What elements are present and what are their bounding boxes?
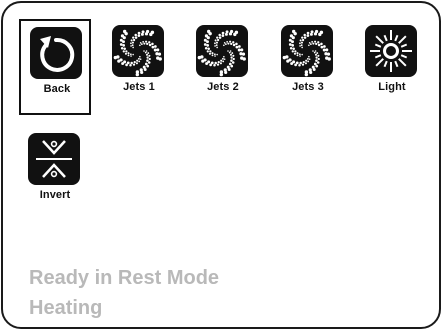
status-heating-text: Heating — [29, 297, 103, 319]
jets-icon — [197, 29, 246, 77]
jets-2-label: Jets 2 — [207, 81, 239, 93]
light-label: Light — [378, 81, 406, 93]
jets-3-label: Jets 3 — [292, 81, 324, 93]
jets-1-label: Jets 1 — [123, 81, 155, 93]
sun-icon — [370, 30, 412, 72]
jets-3-tile — [281, 25, 333, 77]
jets-2-button[interactable]: Jets 2 — [187, 19, 259, 115]
spa-control-panel: Back Jets 1 Jets 2 Jets 3 Light Invert R… — [1, 1, 441, 329]
invert-tile — [28, 133, 80, 185]
back-arrow-icon — [40, 36, 75, 72]
jets-icon — [282, 29, 331, 77]
back-label: Back — [43, 83, 71, 95]
jets-2-tile — [196, 25, 248, 77]
status-mode-text: Ready in Rest Mode — [29, 267, 220, 289]
jets-icon — [113, 29, 162, 77]
invert-label: Invert — [39, 189, 71, 201]
invert-button[interactable]: Invert — [19, 127, 91, 223]
jets-3-button[interactable]: Jets 3 — [272, 19, 344, 115]
invert-icon — [36, 140, 72, 178]
jets-1-button[interactable]: Jets 1 — [103, 19, 175, 115]
jets-1-tile — [112, 25, 164, 77]
light-tile — [365, 25, 417, 77]
back-button[interactable]: Back — [19, 19, 91, 115]
back-tile — [30, 27, 82, 79]
light-button[interactable]: Light — [356, 19, 428, 115]
